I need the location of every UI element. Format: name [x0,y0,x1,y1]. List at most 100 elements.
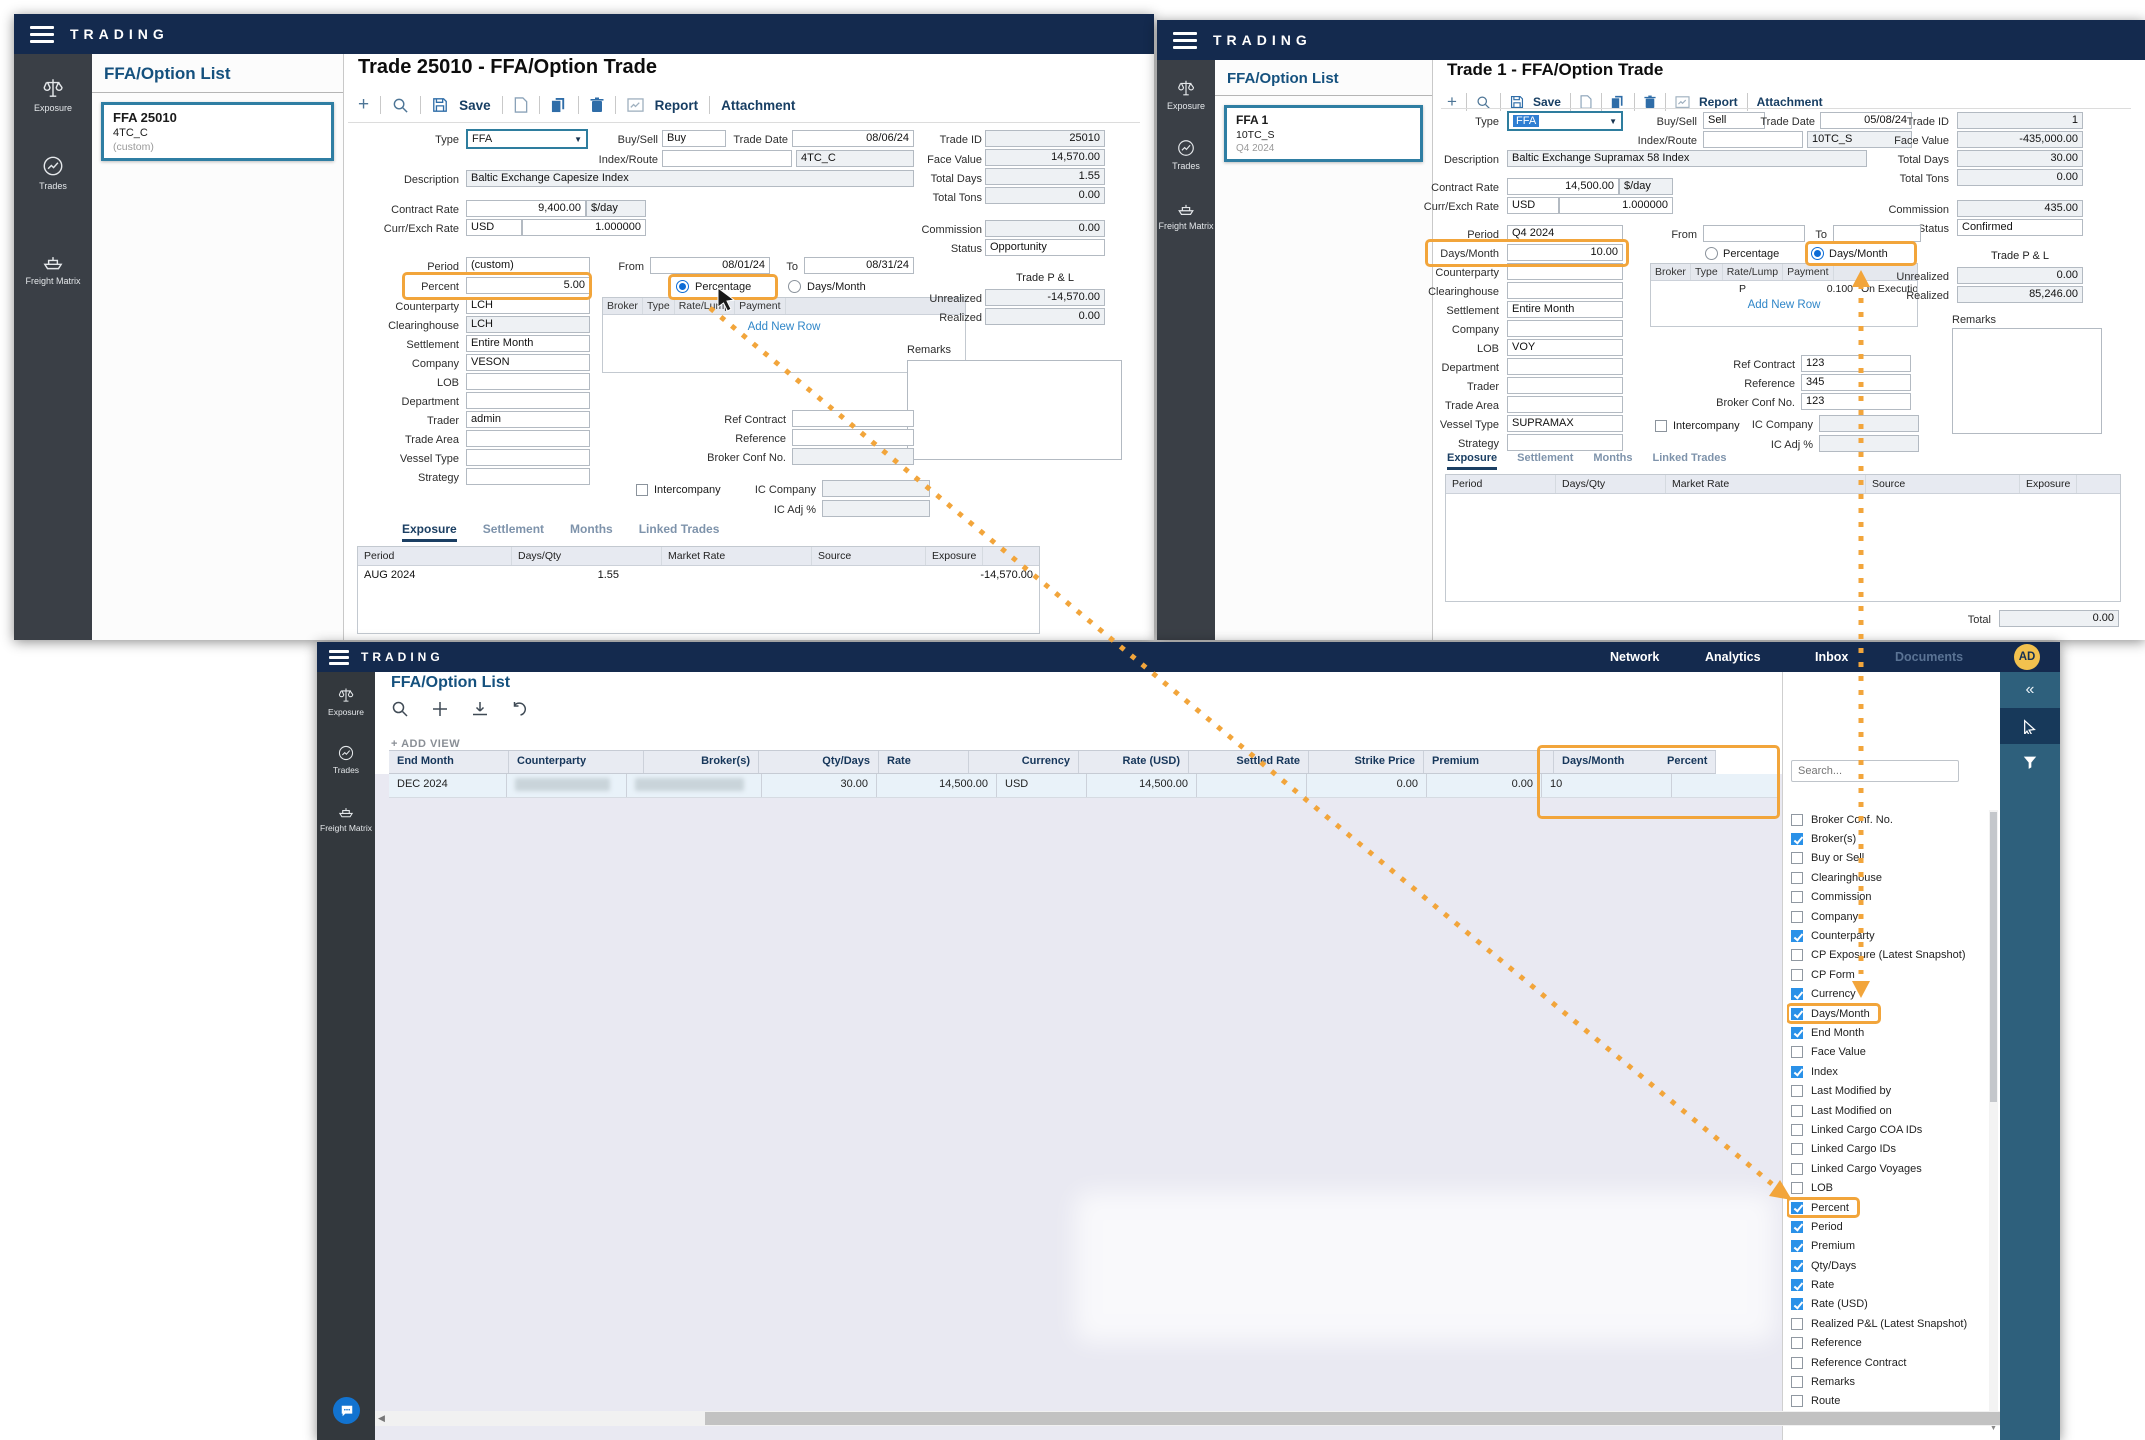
counterparty-field[interactable] [1507,263,1623,280]
column-header[interactable]: Strike Price [1309,751,1424,773]
column-checkbox[interactable] [1791,988,1803,1000]
column-list-item[interactable]: Broker Conf. No. [1787,810,1983,829]
column-checkbox[interactable] [1791,1221,1803,1233]
chat-button[interactable] [333,1397,360,1424]
report-button[interactable]: Report [1699,95,1738,109]
column-list-item[interactable]: Face Value [1787,1043,1983,1062]
tab-linked-trades[interactable]: Linked Trades [639,522,720,542]
column-checkbox[interactable] [1791,1202,1803,1214]
sidebar-item-freight-matrix[interactable]: Freight Matrix [1157,198,1215,232]
column-checkbox[interactable] [1791,1046,1803,1058]
delete-icon[interactable] [590,97,604,113]
tab-settlement[interactable]: Settlement [483,522,544,542]
trade-card[interactable]: FFA 25010 4TC_C (custom) [101,102,334,161]
column-list-item[interactable]: Last Modified on [1787,1101,1983,1120]
tradearea-field[interactable] [466,430,590,447]
copy-icon[interactable] [1611,95,1625,109]
column-checkbox[interactable] [1791,949,1803,961]
column-checkbox[interactable] [1791,1105,1803,1117]
sidebar-item-exposure[interactable]: Exposure [317,686,375,717]
trader-field[interactable]: admin [466,411,590,428]
reset-view-button[interactable] [511,700,529,718]
settlement-field[interactable]: Entire Month [466,335,590,352]
column-checkbox[interactable] [1791,872,1803,884]
column-list-item[interactable]: Percent [1787,1198,1859,1217]
menu-icon[interactable] [329,650,349,665]
column-checkbox[interactable] [1791,1395,1803,1407]
currency-field[interactable]: USD [466,219,522,236]
panel-scrollbar[interactable] [1989,810,1998,1420]
lob-field[interactable] [466,373,590,390]
scrollbar-thumb[interactable] [705,1412,2000,1425]
column-header[interactable]: Percent [1659,751,1716,773]
column-list-item[interactable]: Last Modified by [1787,1081,1983,1100]
column-list-item[interactable]: Days/Month [1787,1004,1880,1023]
column-header[interactable]: Premium [1424,751,1554,773]
column-checkbox[interactable] [1791,1279,1803,1291]
horizontal-scrollbar[interactable]: ◀ [375,1411,2000,1426]
column-header[interactable]: Counterparty [509,751,644,773]
save-button[interactable]: Save [459,98,491,113]
reference-field[interactable]: 345 [1801,374,1911,391]
tab-months[interactable]: Months [1593,452,1632,470]
sidebar-item-freight-matrix[interactable]: Freight Matrix [317,802,375,833]
search-button[interactable] [391,700,409,718]
status-field[interactable]: Confirmed [1957,219,2083,236]
nav-documents[interactable]: Documents [1895,650,1963,664]
sidebar-item-exposure[interactable]: Exposure [1157,78,1215,112]
column-checkbox[interactable] [1791,852,1803,864]
to-field[interactable]: 08/31/24 [804,257,914,274]
strategy-field[interactable] [466,468,590,485]
column-checkbox[interactable] [1791,1066,1803,1078]
daysmonth-radio[interactable] [1811,247,1824,260]
department-field[interactable] [466,392,590,409]
column-list-item[interactable]: Realized P&L (Latest Snapshot) [1787,1314,1983,1333]
column-checkbox[interactable] [1791,1163,1803,1175]
column-checkbox[interactable] [1791,1298,1803,1310]
column-list-item[interactable]: End Month [1787,1023,1983,1042]
column-checkbox[interactable] [1791,891,1803,903]
table-row[interactable]: DEC 2024 30.00 14,500.00 USD 14,500.00 0… [389,774,1777,798]
add-view-button[interactable]: + ADD VIEW [391,738,460,750]
counterparty-field[interactable]: LCH [466,297,590,314]
add-button[interactable]: + [358,94,369,116]
column-list-item[interactable]: Reference Contract [1787,1353,1983,1372]
column-checkbox[interactable] [1791,1182,1803,1194]
save-button[interactable]: Save [1533,95,1561,109]
remarks-field[interactable] [1952,328,2102,434]
search-input[interactable] [1791,760,1959,782]
clearinghouse-field[interactable] [1507,282,1623,299]
new-document-icon[interactable] [514,97,528,113]
column-list-item[interactable]: Clearinghouse [1787,868,1983,887]
column-list-item[interactable]: Qty/Days [1787,1256,1983,1275]
remarks-field[interactable] [907,360,1122,460]
from-field[interactable] [1703,225,1805,242]
column-header[interactable]: Currency [969,751,1079,773]
column-list-item[interactable]: Premium [1787,1237,1983,1256]
strategy-field[interactable] [1507,434,1623,451]
exchrate-field[interactable]: 1.000000 [522,219,646,236]
status-field[interactable]: Opportunity [985,239,1105,256]
daysmonth-radio[interactable] [788,280,801,293]
nav-inbox[interactable]: Inbox [1815,650,1848,664]
settlement-field[interactable]: Entire Month [1507,301,1623,318]
menu-icon[interactable] [30,26,54,43]
add-button[interactable]: + [1447,92,1457,112]
column-checkbox[interactable] [1791,969,1803,981]
column-list-item[interactable]: Period [1787,1217,1983,1236]
column-list-item[interactable]: Reference [1787,1334,1983,1353]
column-header[interactable]: Days/Month [1554,751,1659,773]
column-checkbox[interactable] [1791,1124,1803,1136]
column-list-item[interactable]: Rate (USD) [1787,1295,1983,1314]
column-checkbox[interactable] [1791,1357,1803,1369]
column-checkbox[interactable] [1791,1318,1803,1330]
column-list-item[interactable]: CP Exposure (Latest Snapshot) [1787,946,1983,965]
column-list-item[interactable]: Broker(s) [1787,829,1983,848]
column-header[interactable]: Settled Rate [1189,751,1309,773]
refcontract-field[interactable]: 123 [1801,355,1911,372]
attachment-button[interactable]: Attachment [1757,95,1823,109]
column-header[interactable]: Broker(s) [644,751,759,773]
collapse-panel-button[interactable]: « [2000,672,2060,708]
search-button[interactable] [392,97,409,114]
percent-field[interactable]: 5.00 [466,277,590,294]
